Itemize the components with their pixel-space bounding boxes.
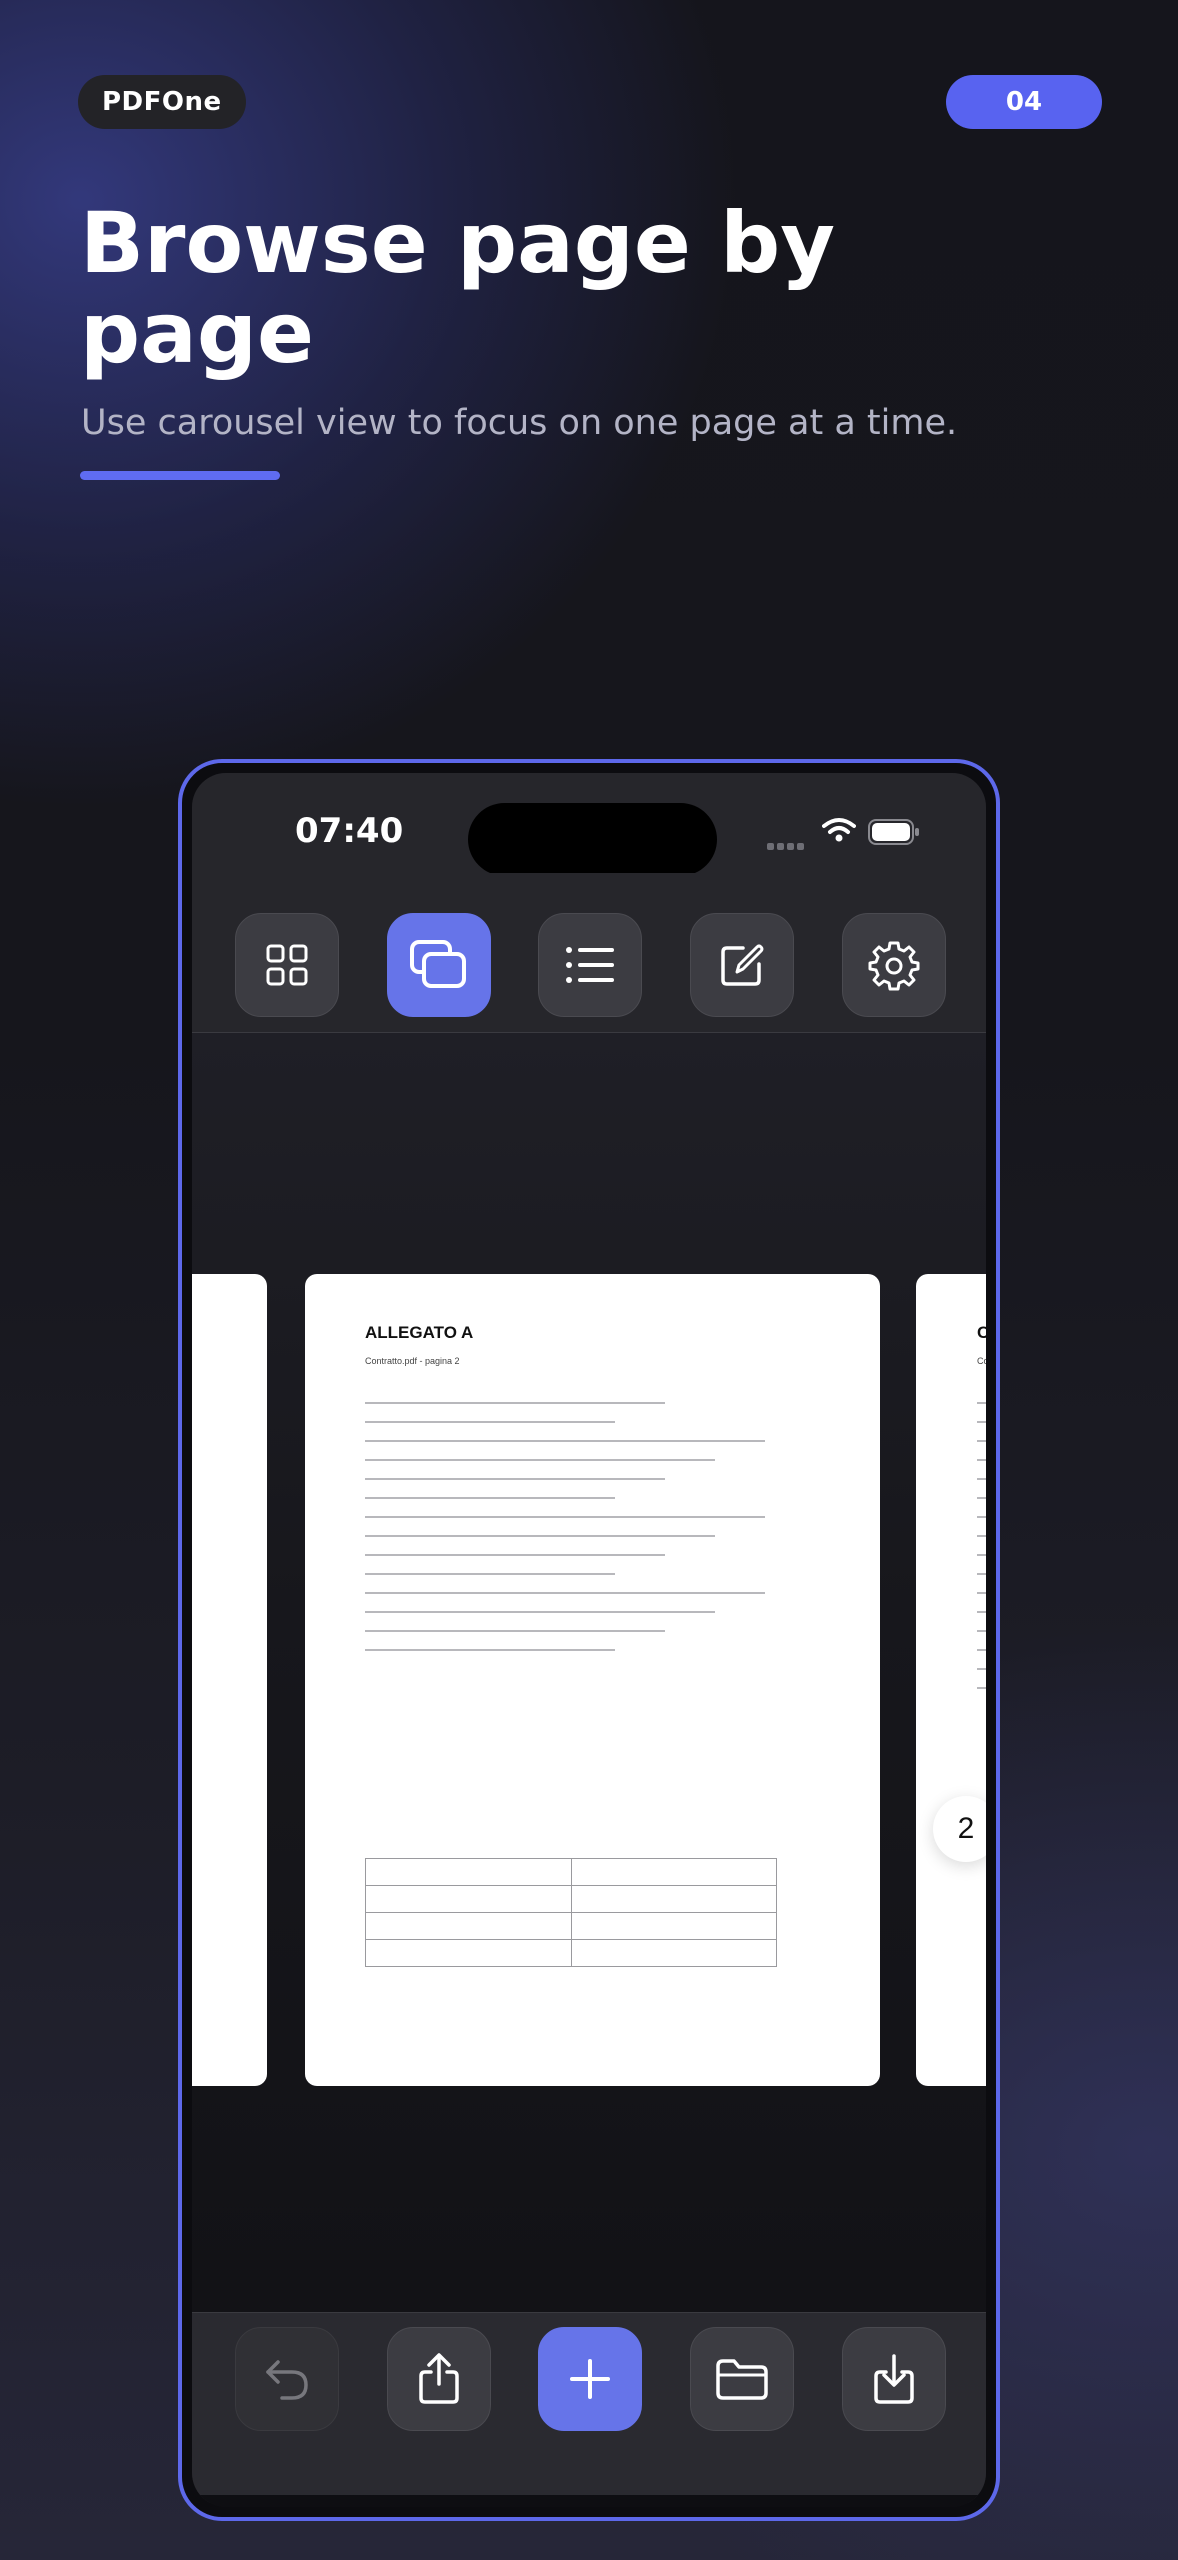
text-line bbox=[365, 1592, 765, 1594]
table-row bbox=[365, 1858, 777, 1886]
home-indicator-strip bbox=[192, 2495, 986, 2507]
text-line bbox=[365, 1573, 615, 1575]
accent-bar bbox=[80, 471, 280, 480]
next-page-heading: CO bbox=[977, 1323, 986, 1343]
next-page-thumb[interactable]: CO Con bbox=[916, 1274, 986, 2086]
bottom-toolbar bbox=[192, 2312, 986, 2503]
carousel-viewer[interactable]: ALLEGATO A Contratto.pdf - pagina 2 C bbox=[192, 1033, 986, 2312]
dynamic-island bbox=[468, 803, 717, 876]
text-line bbox=[365, 1402, 665, 1404]
grid-view-button[interactable] bbox=[235, 913, 339, 1017]
page-heading: ALLEGATO A bbox=[365, 1323, 474, 1342]
text-line bbox=[977, 1573, 986, 1575]
next-page-caption: Con bbox=[977, 1356, 986, 1366]
battery-icon bbox=[868, 819, 919, 845]
text-line bbox=[977, 1611, 986, 1613]
phone-frame: 07:40 ALLEGATO A Contratto.pdf - pagina … bbox=[178, 759, 1000, 2521]
headline: Browse page by page bbox=[80, 194, 836, 382]
share-button[interactable] bbox=[387, 2327, 491, 2431]
top-toolbar bbox=[192, 873, 986, 1033]
status-time: 07:40 bbox=[295, 811, 404, 851]
text-line bbox=[365, 1535, 715, 1537]
signal-icon bbox=[767, 835, 807, 854]
folder-icon bbox=[716, 2359, 768, 2400]
edit-button[interactable] bbox=[690, 913, 794, 1017]
text-line bbox=[977, 1649, 986, 1651]
text-line bbox=[365, 1649, 615, 1651]
edit-icon bbox=[721, 944, 764, 986]
text-line bbox=[365, 1516, 765, 1518]
add-button[interactable] bbox=[538, 2327, 642, 2431]
wifi-icon bbox=[822, 818, 856, 842]
plus-icon bbox=[570, 2359, 610, 2399]
text-line bbox=[977, 1687, 986, 1689]
subtitle: Use carousel view to focus on one page a… bbox=[81, 403, 958, 443]
text-line bbox=[365, 1497, 615, 1499]
text-line bbox=[977, 1459, 986, 1461]
carousel-icon bbox=[410, 940, 466, 988]
text-line bbox=[365, 1440, 765, 1442]
current-page[interactable]: ALLEGATO A Contratto.pdf - pagina 2 bbox=[305, 1274, 880, 2086]
text-line bbox=[977, 1554, 986, 1556]
list-icon bbox=[566, 947, 614, 983]
undo-icon bbox=[266, 2360, 308, 2400]
page-caption: Contratto.pdf - pagina 2 bbox=[365, 1356, 460, 1366]
undo-button[interactable] bbox=[235, 2327, 339, 2431]
previous-page-thumb[interactable] bbox=[192, 1274, 267, 2086]
status-bar: 07:40 bbox=[192, 773, 986, 876]
grid-icon bbox=[266, 944, 308, 986]
save-button[interactable] bbox=[842, 2327, 946, 2431]
text-line bbox=[977, 1630, 986, 1632]
text-line bbox=[977, 1421, 986, 1423]
gear-icon bbox=[868, 941, 920, 991]
phone-screen: 07:40 ALLEGATO A Contratto.pdf - pagina … bbox=[192, 773, 986, 2507]
step-badge: 04 bbox=[946, 75, 1102, 129]
text-line bbox=[977, 1478, 986, 1480]
text-line bbox=[365, 1611, 715, 1613]
text-line bbox=[977, 1497, 986, 1499]
text-line bbox=[365, 1478, 665, 1480]
text-line bbox=[365, 1459, 715, 1461]
text-line bbox=[977, 1402, 986, 1404]
text-line bbox=[977, 1440, 986, 1442]
text-line bbox=[365, 1554, 665, 1556]
text-line bbox=[977, 1516, 986, 1518]
text-line bbox=[977, 1668, 986, 1670]
brand-badge: PDFOne bbox=[78, 75, 246, 129]
table-row bbox=[365, 1885, 777, 1913]
document-table bbox=[365, 1858, 777, 1967]
download-icon bbox=[874, 2354, 914, 2404]
table-row bbox=[365, 1912, 777, 1940]
settings-button[interactable] bbox=[842, 913, 946, 1017]
text-line bbox=[977, 1592, 986, 1594]
carousel-view-button[interactable] bbox=[387, 913, 491, 1017]
open-folder-button[interactable] bbox=[690, 2327, 794, 2431]
share-icon bbox=[419, 2353, 459, 2404]
text-line bbox=[365, 1421, 615, 1423]
text-line bbox=[365, 1630, 665, 1632]
list-view-button[interactable] bbox=[538, 913, 642, 1017]
table-row bbox=[365, 1939, 777, 1967]
text-line bbox=[977, 1535, 986, 1537]
